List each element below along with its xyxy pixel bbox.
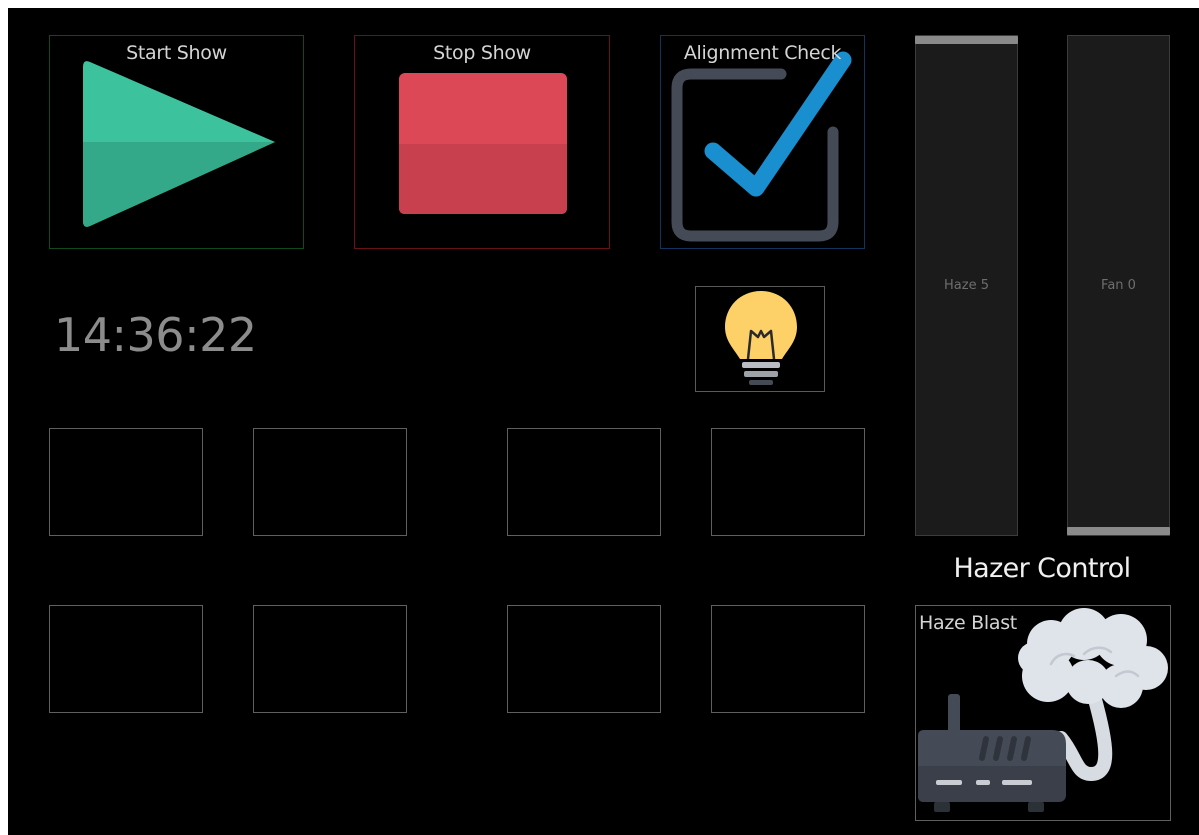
start-show-label: Start Show bbox=[126, 42, 227, 64]
empty-button-1[interactable] bbox=[49, 428, 203, 536]
fan-fader-handle[interactable] bbox=[1067, 527, 1170, 535]
stop-show-label: Stop Show bbox=[433, 42, 531, 64]
alignment-check-label: Alignment Check bbox=[683, 42, 842, 64]
stop-icon bbox=[399, 73, 567, 214]
empty-button-8[interactable] bbox=[711, 605, 865, 713]
empty-button-6[interactable] bbox=[253, 605, 407, 713]
fan-fader[interactable]: Fan 0 bbox=[1067, 35, 1170, 536]
show-clock: 14:36:22 bbox=[54, 308, 257, 362]
empty-button-2[interactable] bbox=[253, 428, 407, 536]
play-icon bbox=[83, 61, 275, 227]
lightbulb-button[interactable] bbox=[695, 286, 825, 392]
empty-button-5[interactable] bbox=[49, 605, 203, 713]
haze-fader-label: Haze 5 bbox=[944, 278, 989, 293]
start-show-button[interactable]: Start Show bbox=[49, 35, 304, 249]
haze-blast-button[interactable]: Haze Blast bbox=[915, 605, 1171, 821]
empty-button-7[interactable] bbox=[507, 605, 661, 713]
alignment-check-button[interactable]: Alignment Check bbox=[660, 35, 865, 249]
show-control-panel: Start Show Stop Show Alignment Check 14:… bbox=[8, 8, 1199, 835]
haze-fader[interactable]: Haze 5 bbox=[915, 35, 1018, 536]
empty-button-4[interactable] bbox=[711, 428, 865, 536]
stop-show-button[interactable]: Stop Show bbox=[354, 35, 610, 249]
hazer-control-title: Hazer Control bbox=[953, 553, 1131, 584]
haze-fader-handle[interactable] bbox=[915, 36, 1018, 44]
haze-blast-label: Haze Blast bbox=[919, 612, 1017, 634]
checkbox-check-icon bbox=[671, 51, 852, 242]
empty-button-3[interactable] bbox=[507, 428, 661, 536]
hazer-machine-smoke-icon bbox=[918, 608, 1168, 812]
lightbulb-icon bbox=[725, 291, 797, 385]
fan-fader-label: Fan 0 bbox=[1101, 278, 1136, 293]
